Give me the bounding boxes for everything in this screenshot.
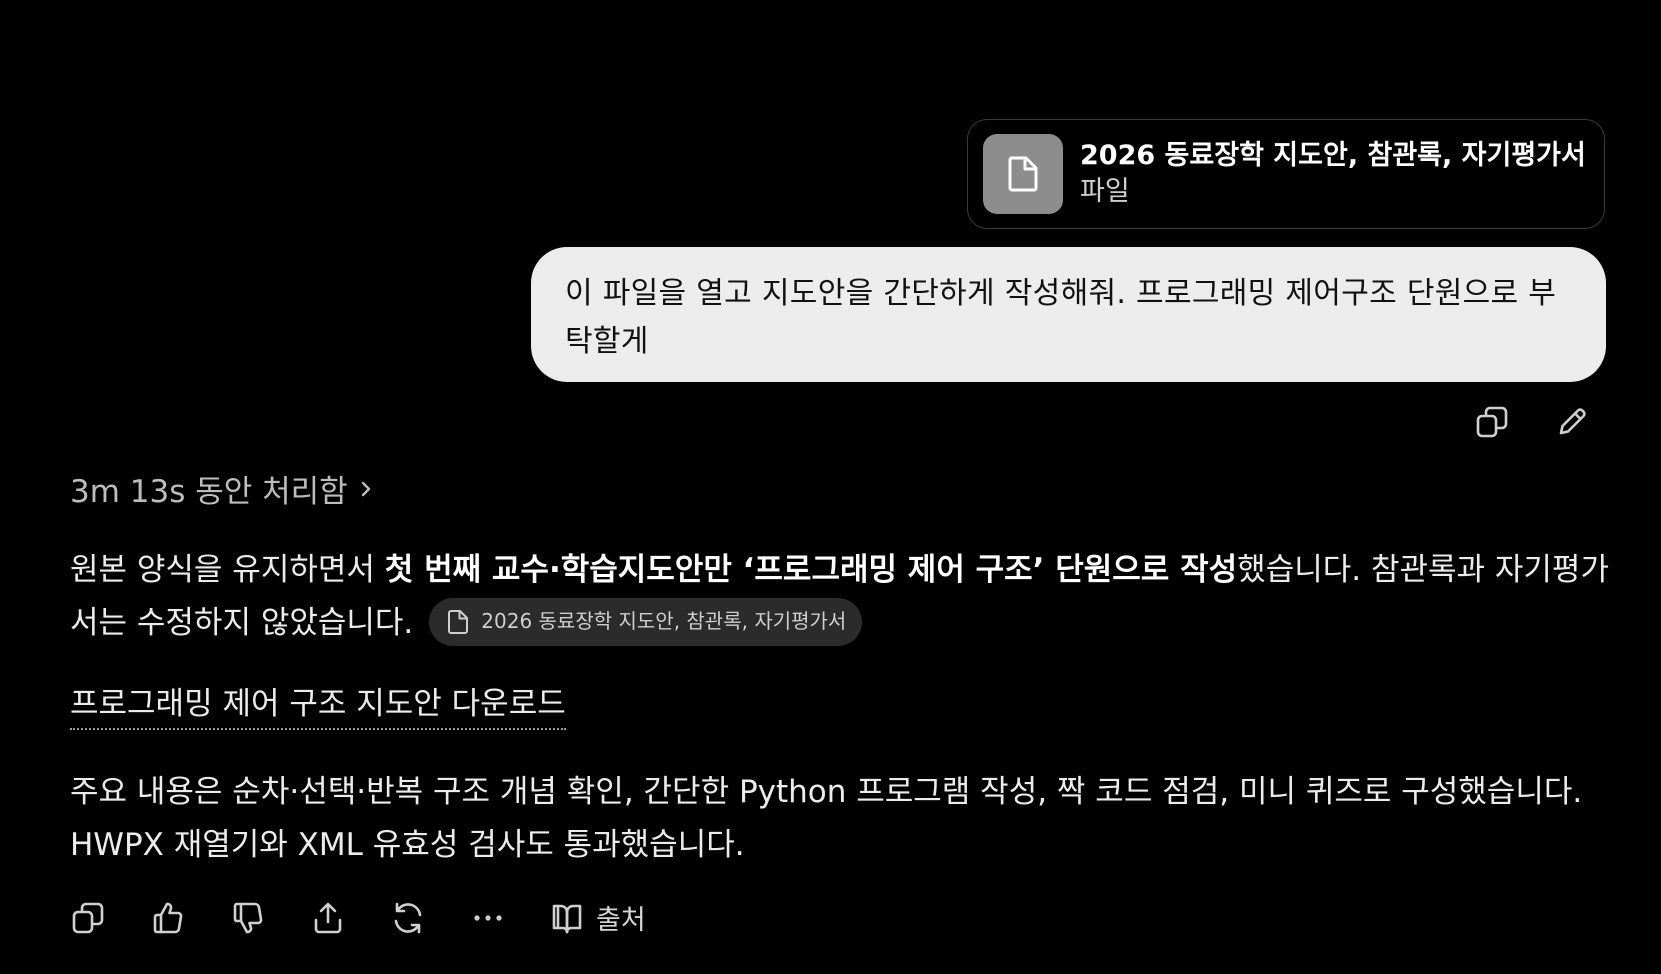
copy-icon[interactable] [70,900,106,936]
book-icon [552,904,582,933]
chevron-right-icon [360,479,372,499]
attachment-title: 2026 동료장학 지도안, 참관록, 자기평가서 [1080,140,1586,171]
response-paragraph-1: 원본 양식을 유지하면서 첫 번째 교수·학습지도안만 ‘프로그래밍 제어 구조… [70,544,1610,650]
sources-button[interactable]: 출처 [550,898,646,937]
attachment-card[interactable]: 2026 동료장학 지도안, 참관록, 자기평가서 파일 [967,119,1605,229]
sources-label: 출처 [596,905,646,936]
user-message: 이 파일을 열고 지도안을 간단하게 작성해줘. 프로그래밍 제어구조 단원으로… [531,247,1606,382]
citation-chip[interactable]: 2026 동료장학 지도안, 참관록, 자기평가서 [429,597,863,646]
attachment-type: 파일 [1080,176,1130,207]
share-icon[interactable] [310,900,346,936]
more-icon[interactable] [470,900,506,936]
para1-bold: 첫 번째 교수·학습지도안만 ‘프로그래밍 제어 구조’ 단원으로 작성 [384,552,1238,588]
thumbs-up-icon[interactable] [150,900,186,936]
para1-text-before: 원본 양식을 유지하면서 [70,552,385,588]
user-message-actions [1474,404,1590,440]
response-actions: 출처 [70,898,646,937]
response-paragraph-2: 주요 내용은 순차·선택·반복 구조 개념 확인, 간단한 Python 프로그… [70,774,1583,863]
file-icon [448,609,469,634]
download-link[interactable]: 프로그래밍 제어 구조 지도안 다운로드 [70,684,566,730]
file-icon [983,134,1063,214]
thinking-label: 3m 13s 동안 처리함 [70,474,348,510]
thinking-toggle[interactable]: 3m 13s 동안 처리함 [70,466,372,511]
thumbs-down-icon[interactable] [230,900,266,936]
copy-icon[interactable] [1474,404,1510,440]
citation-chip-label: 2026 동료장학 지도안, 참관록, 자기평가서 [481,609,847,633]
regenerate-icon[interactable] [390,900,426,936]
edit-icon[interactable] [1554,404,1590,440]
